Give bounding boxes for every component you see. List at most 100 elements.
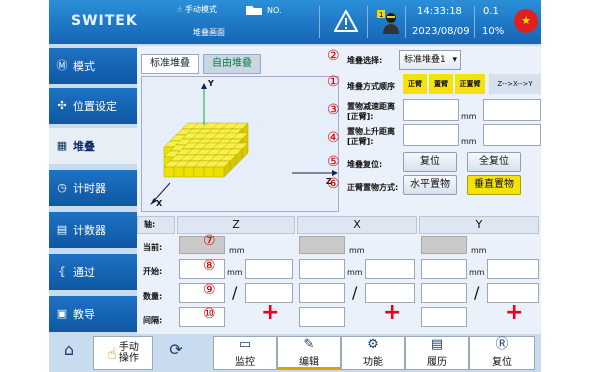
x-start-input-2[interactable] [365, 259, 415, 279]
lower-distance-sub: [正臂]: [347, 112, 374, 121]
monitor-icon: ▭ [238, 337, 252, 352]
language-flag-icon[interactable]: ★ [514, 9, 538, 33]
chevron-down-icon: ▾ [452, 55, 457, 65]
user-icon[interactable]: 1 [375, 8, 403, 36]
axis-y-label: Y [208, 79, 214, 88]
sidebar-item-label: 教导 [73, 308, 95, 321]
order-sequence[interactable]: Z-->X-->Y [489, 74, 541, 94]
y-start-input[interactable] [421, 259, 467, 279]
edit-icon: ✎ [303, 337, 315, 352]
mode-indicator[interactable]: ☝ 手动模式 [177, 4, 217, 15]
z-current-value [179, 236, 225, 254]
clock-time: 14:33:18 [417, 6, 462, 17]
monitor-label: 监控 [235, 357, 255, 368]
function-button[interactable]: ⚙ 功能 [341, 336, 405, 370]
clock-date: 2023/08/09 [412, 26, 470, 37]
divider [405, 6, 406, 38]
z-start-input-2[interactable] [245, 259, 293, 279]
stack-select-label: 堆叠选择: [347, 56, 383, 65]
sidebar-item-label: 堆叠 [73, 140, 95, 153]
stack-preview: Y Z X [141, 76, 339, 212]
x-start-input[interactable] [299, 259, 345, 279]
sidebar-item-label: 计数器 [73, 224, 106, 237]
y-add-button[interactable]: + [505, 300, 523, 325]
y-current-value [421, 236, 467, 254]
divider [474, 6, 475, 38]
lower-distance-input[interactable] [403, 99, 459, 121]
hand-icon: ☝ [177, 5, 182, 14]
callout-5: ⑤ [327, 154, 340, 170]
sidebar-item-teach[interactable]: ▣ 教导 [49, 296, 137, 332]
vertical-place-button[interactable]: 垂直置物 [467, 175, 521, 195]
raise-distance-input-2[interactable] [483, 124, 541, 146]
x-add-button[interactable]: + [383, 300, 401, 325]
divider [367, 6, 368, 38]
z-add-button[interactable]: + [261, 300, 279, 325]
edit-label: 编辑 [299, 357, 319, 368]
reset-all-button[interactable]: 全复位 [467, 152, 521, 172]
x-current-value [299, 236, 345, 254]
z-start-input[interactable] [179, 259, 225, 279]
order-option-both[interactable]: 正置臂 [455, 74, 485, 94]
raise-distance-input[interactable] [403, 124, 459, 146]
stack-panel: 标准堆叠 自由堆叠 Y Z X ② 堆叠选择: 标准堆叠1 ▾ ① 堆叠方式顺序 [137, 46, 541, 334]
refresh-icon: ⟳ [169, 340, 183, 359]
function-label: 功能 [363, 357, 383, 368]
grid-icon: ▦ [56, 139, 68, 152]
bottom-bar: ⌂ ☝ 手动 操作 ⟳ ▭ 监控 ✎ 编辑 ⚙ 功能 ▤ 履历 Ⓡ 复位 [49, 334, 541, 372]
history-label: 履历 [427, 357, 447, 368]
z-interval-input[interactable] [179, 307, 225, 327]
x-interval-input[interactable] [299, 307, 345, 327]
horizontal-place-button[interactable]: 水平置物 [403, 175, 457, 195]
y-interval-input[interactable] [421, 307, 467, 327]
row-label-interval: 间隔: [143, 316, 163, 325]
position-icon: ✣ [57, 99, 67, 112]
order-option-place[interactable]: 置臂 [429, 74, 453, 94]
history-icon: ▤ [430, 337, 444, 352]
sidebar-item-stack[interactable]: ▦ 堆叠 [49, 128, 137, 164]
refresh-button[interactable]: ⟳ [159, 336, 193, 370]
sidebar-item-pass[interactable]: ⦃ 通过 [49, 254, 137, 290]
sidebar-item-label: 计时器 [73, 182, 106, 195]
callout-2: ② [327, 48, 340, 64]
y-count-input[interactable] [421, 283, 467, 303]
warning-icon[interactable] [334, 10, 358, 32]
row-label-current: 当前: [143, 243, 163, 252]
stack-reset-label: 堆叠复位: [347, 160, 383, 169]
y-start-input-2[interactable] [487, 259, 539, 279]
tab-free-stack[interactable]: 自由堆叠 [203, 54, 261, 74]
manual-operation-button[interactable]: ☝ 手动 操作 [93, 336, 153, 370]
gear-icon: ⚙ [367, 337, 379, 352]
reset-button[interactable]: 复位 [403, 152, 457, 172]
teach-icon: ▣ [56, 307, 68, 320]
monitor-button[interactable]: ▭ 监控 [213, 336, 277, 370]
sidebar-item-position[interactable]: ✣ 位置设定 [49, 88, 137, 124]
home-icon: ⌂ [63, 340, 75, 359]
sidebar-item-timer[interactable]: ◷ 计时器 [49, 170, 137, 206]
stack-select[interactable]: 标准堆叠1 ▾ [399, 50, 461, 70]
stack-select-value: 标准堆叠1 [404, 55, 446, 65]
z-count-input[interactable] [179, 283, 225, 303]
sidebar-item-counter[interactable]: ▤ 计数器 [49, 212, 137, 248]
home-button[interactable]: ⌂ [51, 336, 87, 370]
tab-standard-stack[interactable]: 标准堆叠 [141, 54, 199, 74]
folder-icon [246, 6, 262, 15]
callout-6: ⑥ [327, 176, 340, 192]
sidebar: Ⓜ 模式 ✣ 位置设定 ▦ 堆叠 ◷ 计时器 ▤ 计数器 ⦃ 通过 ▣ 教导 [49, 46, 137, 334]
reset-system-button[interactable]: Ⓡ 复位 [469, 336, 535, 370]
raise-distance-sub: [正臂]: [347, 137, 374, 146]
x-count-input[interactable] [299, 283, 345, 303]
screen-title: 堆叠画面 [193, 28, 225, 37]
lower-distance-input-2[interactable] [483, 99, 541, 121]
order-option-front[interactable]: 正臂 [403, 74, 427, 94]
mode-label: 手动模式 [184, 5, 217, 14]
history-button[interactable]: ▤ 履历 [405, 336, 469, 370]
sidebar-item-mode[interactable]: Ⓜ 模式 [49, 48, 137, 84]
unit-mm: mm [227, 268, 243, 277]
callout-7: ⑦ [203, 233, 216, 249]
callout-10: ⑩ [203, 306, 216, 322]
callout-9: ⑨ [203, 282, 216, 298]
edit-button[interactable]: ✎ 编辑 [277, 336, 341, 370]
program-number[interactable]: NO. [245, 4, 282, 16]
unit-mm: mm [471, 246, 487, 255]
